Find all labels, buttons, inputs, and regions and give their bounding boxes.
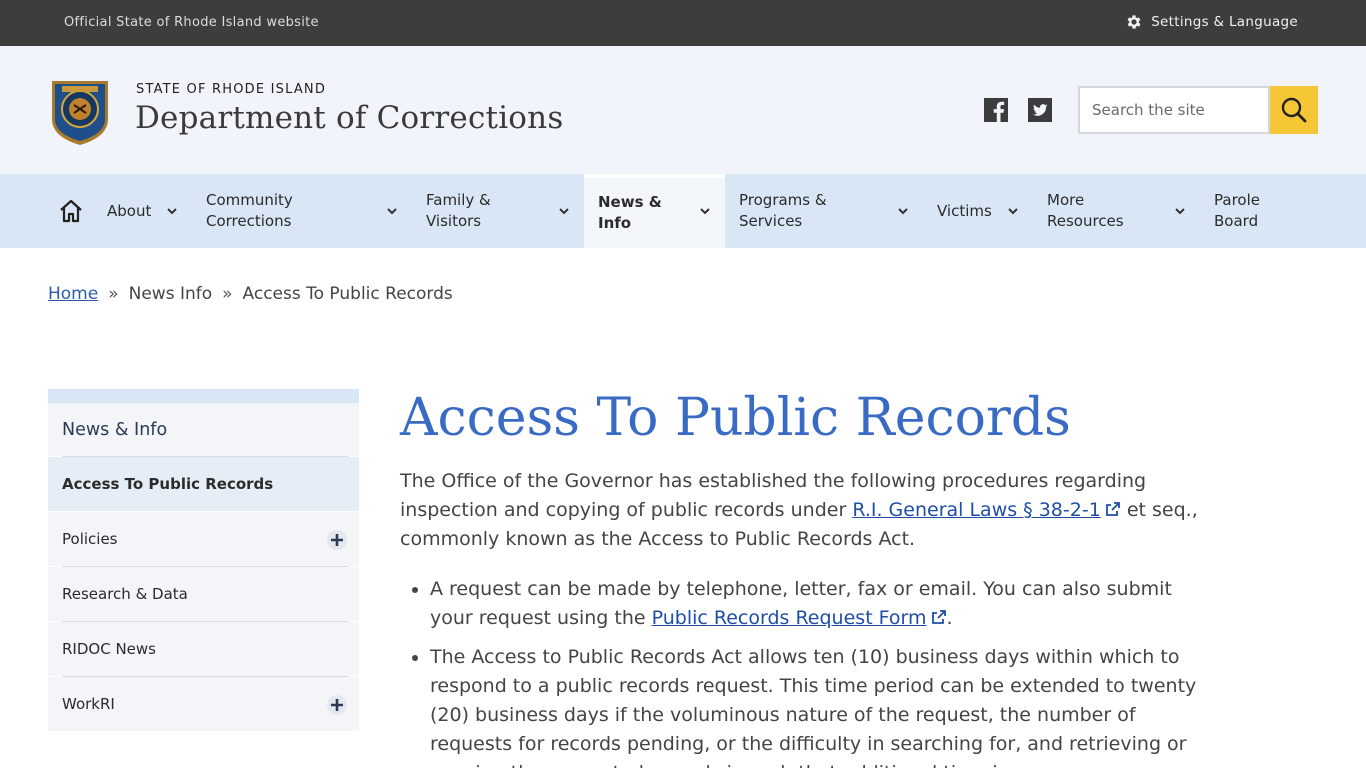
site-header: STATE OF RHODE ISLAND Department of Corr… [0,46,1366,174]
nav-label: Parole Board [1214,191,1260,230]
search-button[interactable] [1270,86,1318,134]
chevron-down-icon[interactable] [385,204,399,218]
department-name[interactable]: Department of Corrections [135,100,563,136]
nav-label: More Resources [1047,191,1124,230]
nav-label: Community Corrections [206,191,293,230]
breadcrumb-separator: » [222,284,233,304]
list-item-text: . [946,607,953,629]
sidebar-heading-news-info[interactable]: News & Info [48,403,359,457]
sidebar-item-label: Research & Data [62,585,188,603]
twitter-icon[interactable] [1028,98,1052,122]
chevron-down-icon[interactable] [1173,204,1187,218]
sidebar-item-ridoc-news[interactable]: RIDOC News [48,622,359,677]
procedures-list: A request can be made by telephone, lett… [400,575,1220,768]
nav-item-more-resources[interactable]: More Resources [1047,174,1187,248]
page-title: Access To Public Records [400,388,1071,448]
chevron-down-icon[interactable] [1006,204,1020,218]
breadcrumb-home-link[interactable]: Home [48,284,98,304]
sidebar-item-label: WorkRI [62,695,115,713]
nav-label: About [107,201,152,220]
main-content: Access To Public Records The Office of t… [400,386,1220,768]
breadcrumb-section: News Info [128,284,213,304]
nav-item-programs-services[interactable]: Programs & Services [739,174,919,248]
settings-language-button[interactable]: Settings & Language [1125,13,1298,31]
sidebar-item-policies[interactable]: Policies [48,512,359,567]
search-icon [1281,97,1307,123]
sidebar-top-bar [48,389,359,403]
official-website-notice: Official State of Rhode Island website [64,15,319,30]
gear-icon [1127,15,1141,29]
home-icon[interactable] [58,198,84,224]
plus-expand-icon[interactable] [327,530,347,550]
sidebar-heading-label: News & Info [62,419,168,440]
nav-label: Victims [937,201,992,220]
state-name: STATE OF RHODE ISLAND [136,82,327,97]
public-records-request-form-link[interactable]: Public Records Request Form [652,607,927,629]
nav-item-parole-board[interactable]: Parole Board [1214,174,1314,248]
chevron-down-icon[interactable] [557,204,571,218]
intro-paragraph: The Office of the Governor has establish… [400,467,1220,554]
main-navigation: About Community Corrections Family & Vis… [0,174,1366,248]
list-item: A request can be made by telephone, lett… [430,575,1220,633]
nav-label: Family & Visitors [426,191,491,230]
sidebar-item-workri[interactable]: WorkRI [48,677,359,732]
external-link-icon [1105,502,1120,516]
nav-label: News & Info [598,193,662,232]
breadcrumb-current: Access To Public Records [242,284,453,304]
department-seal-logo[interactable] [48,75,112,147]
section-sidebar: News & Info Access To Public Records Pol… [48,389,359,768]
external-link-icon [931,610,946,624]
nav-item-family-visitors[interactable]: Family & Visitors [426,174,576,248]
chevron-down-icon[interactable] [165,204,179,218]
settings-language-label: Settings & Language [1151,14,1298,30]
breadcrumb-separator: » [108,284,119,304]
nav-label: Programs & Services [739,191,827,230]
sidebar-item-label: RIDOC News [62,640,156,658]
ri-general-laws-link[interactable]: R.I. General Laws § 38-2-1 [852,499,1100,521]
nav-item-community-corrections[interactable]: Community Corrections [206,174,406,248]
breadcrumb: Home » News Info » Access To Public Reco… [48,284,453,304]
chevron-down-icon[interactable] [896,204,910,218]
facebook-icon[interactable] [984,98,1008,122]
search-input[interactable] [1078,86,1270,134]
sidebar-item-label: Policies [62,530,118,548]
plus-expand-icon[interactable] [327,695,347,715]
chevron-down-icon[interactable] [698,204,712,218]
list-item: The Access to Public Records Act allows … [430,643,1220,768]
top-utility-bar: Official State of Rhode Island website S… [0,0,1366,46]
sidebar-item-research-data[interactable]: Research & Data [48,567,359,622]
sidebar-item-access-to-public-records[interactable]: Access To Public Records [48,457,359,512]
sidebar-item-label: Access To Public Records [62,475,274,493]
